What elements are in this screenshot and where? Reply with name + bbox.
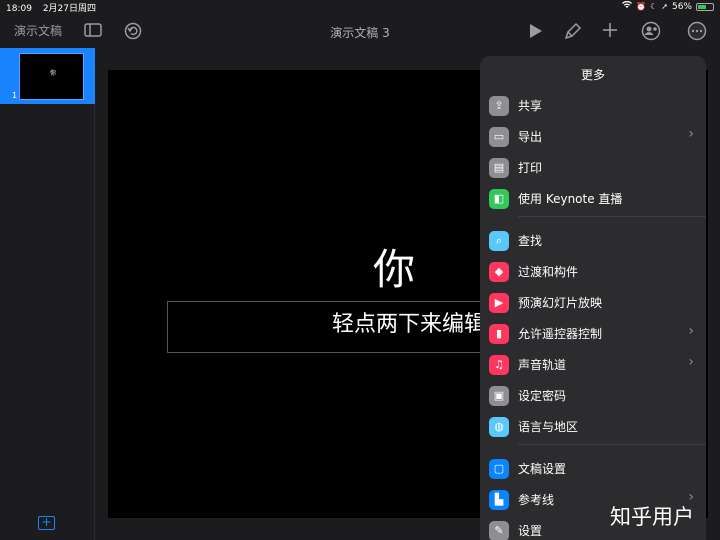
menu-item-label: 导出 — [518, 130, 543, 144]
slide-thumbnail[interactable]: 你 — [19, 53, 84, 100]
menu-item-label: 声音轨道 — [518, 358, 567, 372]
add-icon[interactable] — [602, 22, 618, 41]
app-window: 18:09 2月27日周四 ⏰ ☾ ➚ 56% 演示文稿 演示文稿 3 你 1 … — [0, 0, 720, 540]
menu-item-label: 使用 Keynote 直播 — [518, 192, 623, 206]
moon-icon: ☾ — [650, 2, 658, 11]
menu-item[interactable]: ▭ 导出 › — [480, 122, 706, 150]
slide-title[interactable]: 你 — [373, 236, 415, 297]
rehearse-icon: ▶ — [489, 293, 509, 313]
menu-separator — [518, 216, 706, 217]
battery-icon — [696, 2, 714, 11]
menu-item[interactable]: ▶ 预演幻灯片放映 — [480, 288, 706, 316]
menu-item-label: 文稿设置 — [518, 462, 567, 476]
music-icon: ♫ — [489, 355, 509, 375]
menu-item-label: 设定密码 — [518, 389, 567, 403]
chevron-right-icon: › — [688, 354, 694, 370]
slide-navigator: 你 1 + — [0, 48, 95, 540]
globe-icon: ◍ — [489, 417, 509, 437]
menu-item[interactable]: ▢ 文稿设置 — [480, 454, 706, 482]
more-menu-popover: 更多 ⇪ 共享 ▭ 导出 › ▤ 打印 ◧ 使用 Keynote 直播 ⌕ 查找 ◆ 过渡和构件 ▶ 预演幻… — [480, 56, 706, 540]
chevron-right-icon: › — [688, 126, 694, 142]
print-icon: ▤ — [489, 158, 509, 178]
menu-item-label: 共享 — [518, 99, 543, 113]
guides-icon: ▙ — [489, 490, 509, 510]
menu-item[interactable]: ▮ 允许遥控器控制 › — [480, 319, 706, 347]
menu-item[interactable]: ▤ 打印 — [480, 153, 706, 181]
status-time: 18:09 — [6, 4, 32, 14]
settings-icon: ✎ — [489, 521, 509, 540]
more-icon[interactable] — [687, 21, 707, 44]
document-setup-icon: ▢ — [489, 459, 509, 479]
slide-thumbnail-text: 你 — [50, 70, 57, 77]
share-icon: ⇪ — [489, 96, 509, 116]
menu-title: 更多 — [580, 68, 605, 82]
watermark: 知乎用户 — [610, 505, 694, 529]
menu-item[interactable]: ⌕ 查找 — [480, 226, 706, 254]
menu-item[interactable]: ▣ 设定密码 — [480, 381, 706, 409]
format-brush-icon[interactable] — [564, 22, 582, 43]
menu-item-label: 查找 — [518, 234, 543, 248]
menu-item-label: 语言与地区 — [518, 420, 579, 434]
menu-item-label: 参考线 — [518, 493, 555, 507]
menu-item[interactable]: ◆ 过渡和构件 — [480, 257, 706, 285]
keynote-live-icon: ◧ — [489, 189, 509, 209]
menu-item[interactable]: ♫ 声音轨道 › — [480, 350, 706, 378]
remote-icon: ▮ — [489, 324, 509, 344]
slide-thumbnail-selected[interactable]: 你 1 — [0, 48, 95, 104]
play-icon[interactable] — [529, 23, 543, 42]
battery-level — [698, 4, 706, 9]
chevron-right-icon: › — [688, 323, 694, 339]
menu-item-label: 预演幻灯片放映 — [518, 296, 603, 310]
menu-separator — [518, 444, 706, 445]
collaborate-icon[interactable] — [640, 21, 662, 44]
menu-item-label: 打印 — [518, 161, 543, 175]
export-icon: ▭ — [489, 127, 509, 147]
transition-icon: ◆ — [489, 262, 509, 282]
slide-subtitle[interactable]: 轻点两下来编辑 — [332, 306, 486, 338]
search-icon: ⌕ — [489, 231, 509, 251]
menu-item-label: 允许遥控器控制 — [518, 327, 603, 341]
status-bar: 18:09 2月27日周四 ⏰ ☾ ➚ 56% — [0, 0, 720, 14]
menu-item[interactable]: ⇪ 共享 — [480, 91, 706, 119]
lock-icon: ▣ — [489, 386, 509, 406]
location-icon: ➚ — [661, 2, 668, 11]
battery-percent: 56% — [671, 1, 692, 12]
wifi-icon — [622, 0, 633, 12]
add-slide-button[interactable]: + — [38, 516, 55, 530]
status-date: 2月27日周四 — [42, 4, 96, 14]
menu-item-label: 设置 — [518, 524, 543, 538]
alarm-icon: ⏰ — [636, 2, 647, 11]
menu-item[interactable]: ◧ 使用 Keynote 直播 — [480, 184, 706, 212]
menu-item[interactable]: ◍ 语言与地区 — [480, 412, 706, 440]
toolbar: 演示文稿 演示文稿 3 — [0, 14, 720, 50]
slide-number: 1 — [12, 91, 18, 100]
menu-item-label: 过渡和构件 — [518, 265, 579, 279]
